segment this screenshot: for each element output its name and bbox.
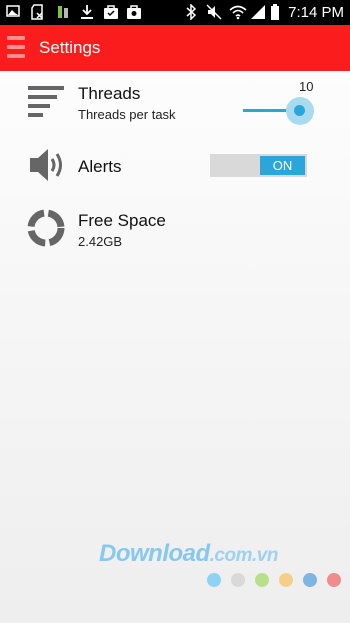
threads-subtitle: Threads per task xyxy=(78,107,176,122)
threads-value: 10 xyxy=(299,79,314,94)
hamburger-icon[interactable] xyxy=(7,36,25,60)
alerts-toggle-label: ON xyxy=(260,156,305,175)
watermark-dot xyxy=(327,573,341,587)
watermark-dot xyxy=(303,573,317,587)
watermark-dot xyxy=(255,573,269,587)
download-icon xyxy=(81,5,93,19)
signal-icon xyxy=(251,5,265,19)
wifi-icon xyxy=(229,5,247,20)
threads-slider-thumb[interactable] xyxy=(294,105,305,116)
free-space-title: Free Space xyxy=(78,211,166,230)
threads-title: Threads xyxy=(78,84,141,103)
watermark-domain: .com.vn xyxy=(209,545,279,566)
camera-bag-icon xyxy=(127,5,141,19)
bluetooth-icon xyxy=(186,4,197,20)
status-bar: 7:14 PM xyxy=(0,0,350,25)
lines-icon xyxy=(28,86,64,117)
speaker-icon xyxy=(30,149,62,181)
clock: 7:14 PM xyxy=(288,4,344,21)
app-bar: Settings xyxy=(0,25,350,71)
alerts-title: Alerts xyxy=(78,157,122,176)
watermark-logo: Download.com.vn xyxy=(99,540,278,568)
ring-icon xyxy=(27,209,65,247)
alerts-toggle[interactable]: ON xyxy=(210,154,307,177)
bag-icon xyxy=(104,5,118,19)
watermark-dot xyxy=(207,573,221,587)
watermark-brand: Download xyxy=(99,540,210,567)
mute-icon xyxy=(206,4,222,20)
setting-threads: Threads Threads per task 10 xyxy=(0,71,350,131)
watermark-dot xyxy=(231,573,245,587)
page-title: Settings xyxy=(39,38,101,57)
image-icon xyxy=(6,5,20,17)
sd-card-icon xyxy=(31,4,43,20)
free-space-value: 2.42GB xyxy=(78,234,123,249)
android-icon xyxy=(58,6,68,18)
watermark-dot xyxy=(279,573,293,587)
battery-icon xyxy=(271,4,279,20)
